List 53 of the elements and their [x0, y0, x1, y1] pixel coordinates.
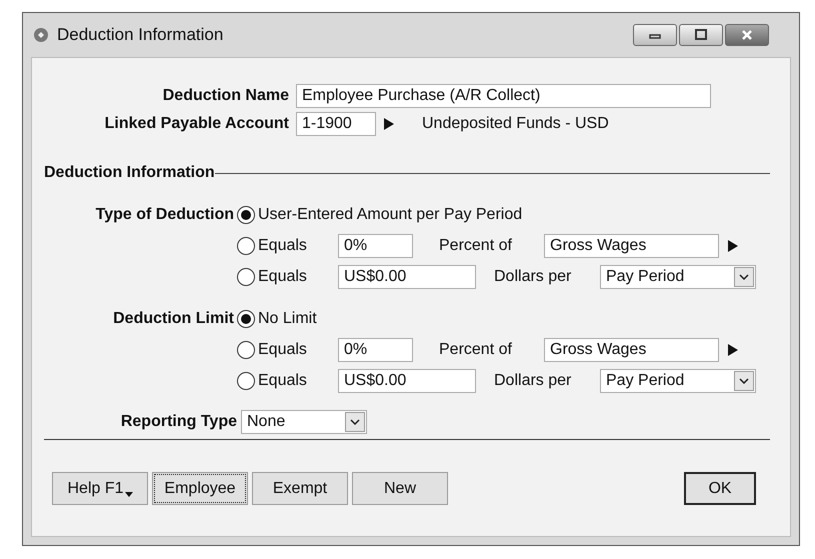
unit-label: Dollars per — [494, 370, 572, 390]
unit-label: Percent of — [439, 340, 513, 360]
option-label[interactable]: No Limit — [258, 306, 317, 330]
dropdown[interactable]: Pay Period — [600, 264, 756, 288]
field-label: Type of Deduction — [94, 204, 235, 224]
window-title: Deduction Information — [57, 24, 224, 46]
radio-button[interactable] — [237, 372, 255, 390]
unit-label: Percent of — [439, 236, 513, 256]
app-icon — [33, 27, 49, 43]
maximize-icon[interactable] — [694, 29, 708, 41]
input-field[interactable]: 0% — [338, 338, 413, 362]
action-button[interactable]: Exempt — [252, 472, 348, 505]
radio-button[interactable] — [237, 236, 255, 254]
minimize-button[interactable] — [633, 24, 677, 46]
arrow-icon[interactable] — [727, 238, 739, 252]
input-field[interactable]: 0% — [338, 234, 413, 258]
input-field[interactable]: US$0.00 — [338, 368, 476, 392]
text-field[interactable]: Employee Purchase (A/R Collect) — [296, 84, 711, 108]
option-label[interactable]: User-Entered Amount per Pay Period — [258, 202, 522, 226]
field-label: Deduction Name — [162, 86, 289, 106]
chevron-down-icon[interactable] — [350, 419, 360, 425]
dropdown[interactable]: None — [241, 410, 367, 434]
arrow-icon[interactable] — [727, 342, 739, 356]
option-label[interactable]: Equals — [258, 368, 307, 392]
ok-button[interactable]: OK — [684, 472, 756, 505]
chevron-down-icon[interactable] — [739, 378, 749, 384]
close-button[interactable] — [725, 24, 769, 46]
radio-button[interactable] — [237, 340, 255, 358]
dropdown[interactable]: Pay Period — [600, 368, 756, 392]
value-field[interactable]: Gross Wages — [544, 234, 719, 258]
input-field[interactable]: US$0.00 — [338, 264, 476, 288]
option-label[interactable]: Equals — [258, 264, 307, 288]
radio-button[interactable] — [237, 268, 255, 286]
value-field[interactable]: Gross Wages — [544, 338, 719, 362]
radio-button[interactable] — [237, 310, 255, 328]
chevron-down-icon[interactable] — [739, 274, 749, 280]
close-icon[interactable] — [740, 29, 754, 41]
unit-label: Dollars per — [494, 266, 572, 286]
text-field[interactable]: 1-1900 — [296, 112, 376, 136]
action-button[interactable]: Help F1 — [52, 472, 148, 505]
field-label: Deduction Limit — [112, 308, 235, 328]
radio-button[interactable] — [237, 206, 255, 224]
action-button[interactable]: Employee — [152, 472, 248, 505]
account-description: Undeposited Funds - USD — [422, 114, 609, 134]
action-button[interactable]: New — [352, 472, 448, 505]
arrow-icon[interactable] — [383, 117, 395, 131]
field-label: Reporting Type — [120, 412, 237, 432]
caret-icon[interactable] — [124, 492, 133, 497]
maximize-button[interactable] — [679, 24, 723, 46]
option-label[interactable]: Equals — [258, 234, 307, 258]
option-label[interactable]: Equals — [258, 338, 307, 362]
section-heading: Deduction Information — [44, 163, 215, 183]
field-label: Linked Payable Account — [104, 114, 289, 134]
